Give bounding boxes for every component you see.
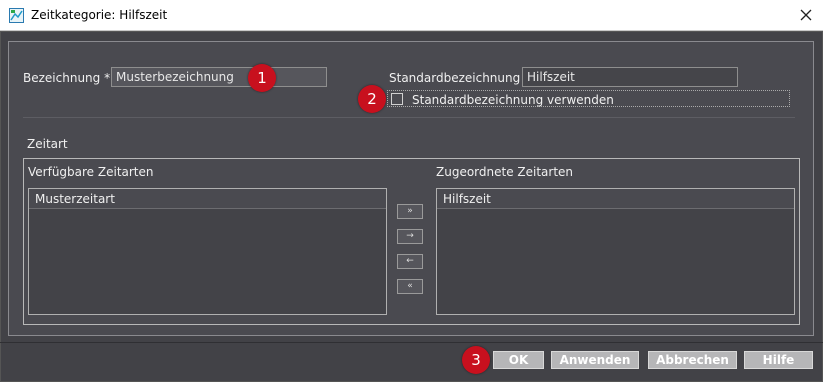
- move-right-button[interactable]: →: [397, 229, 423, 244]
- standardbezeichnung-label: Standardbezeichnung: [389, 71, 521, 85]
- ok-button[interactable]: OK: [493, 351, 544, 369]
- zeitart-label: Zeitart: [27, 137, 68, 151]
- section-divider: [23, 117, 795, 118]
- cancel-button[interactable]: Abbrechen: [648, 351, 737, 369]
- assigned-label: Zugeordnete Zeitarten: [436, 165, 574, 179]
- bezeichnung-label: Bezeichnung *: [23, 71, 111, 85]
- app-icon: [9, 8, 24, 23]
- assigned-list-item[interactable]: Hilfszeit: [437, 189, 794, 209]
- callout-badge-2: 2: [358, 85, 386, 113]
- move-all-right-button[interactable]: »: [397, 204, 423, 219]
- available-list[interactable]: Musterzeitart: [28, 188, 387, 315]
- bezeichnung-input[interactable]: Musterbezeichnung: [111, 67, 327, 87]
- move-left-button[interactable]: ←: [397, 254, 423, 269]
- apply-button[interactable]: Anwenden: [551, 351, 639, 369]
- available-label: Verfügbare Zeitarten: [28, 165, 154, 179]
- checkbox-label[interactable]: Standardbezeichnung verwenden: [412, 93, 614, 107]
- close-icon[interactable]: [797, 6, 815, 24]
- window-title: Zeitkategorie: Hilfszeit: [31, 8, 168, 22]
- standardbezeichnung-checkbox[interactable]: [391, 93, 403, 105]
- move-all-left-button[interactable]: «: [397, 279, 423, 294]
- callout-badge-3: 3: [462, 346, 490, 374]
- callout-badge-1: 1: [248, 64, 276, 92]
- assigned-list[interactable]: Hilfszeit: [436, 188, 795, 315]
- footer-divider: [0, 342, 823, 343]
- standardbezeichnung-field: Hilfszeit: [522, 67, 738, 87]
- available-list-item[interactable]: Musterzeitart: [29, 189, 386, 209]
- help-button[interactable]: Hilfe: [744, 351, 813, 369]
- title-bar: Zeitkategorie: Hilfszeit: [0, 0, 823, 31]
